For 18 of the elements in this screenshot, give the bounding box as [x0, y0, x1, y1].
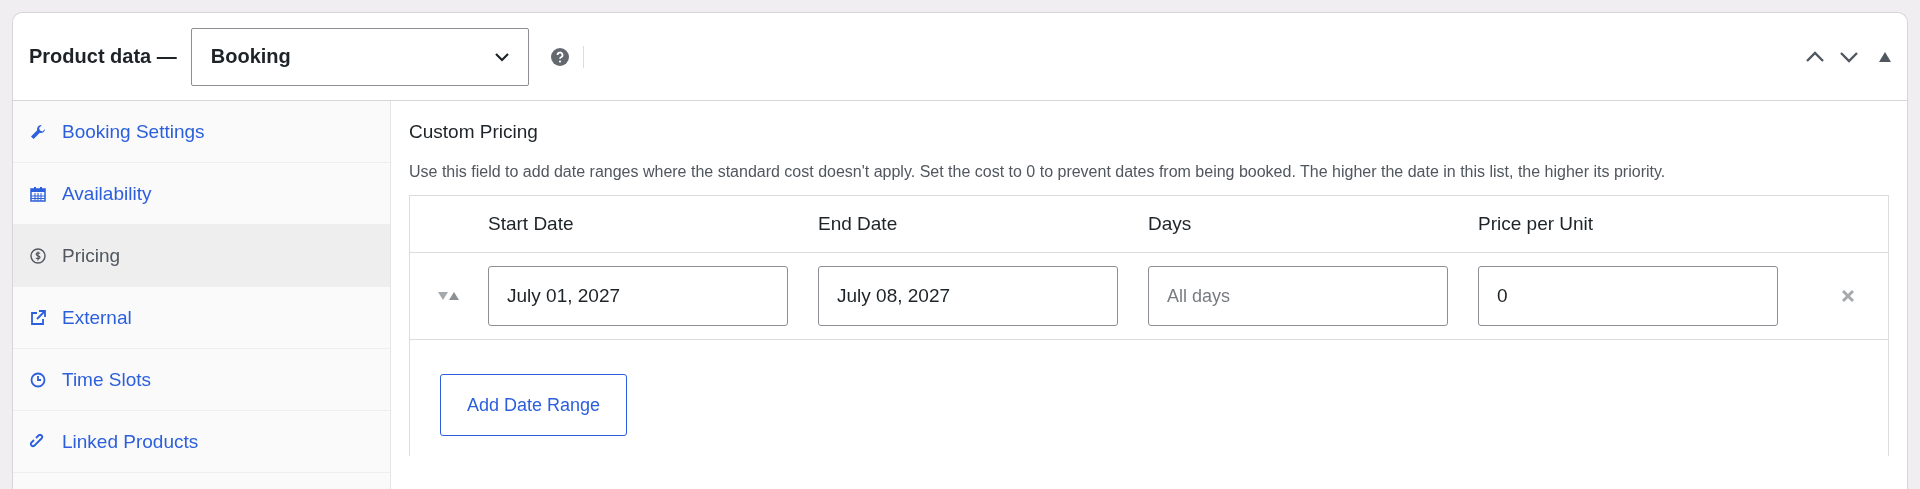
section-description: Use this field to add date ranges where the standard cost doesn't apply. Set the cost to 0 to prevent dates from being booked. The higher the date in this list, the higher its priority. — [409, 162, 1667, 182]
sidebar-tab[interactable]: Linked Products — [13, 411, 390, 473]
sidebar-tab[interactable]: Pricing — [13, 225, 390, 287]
section-title: Custom Pricing — [409, 121, 539, 143]
column-header: Price per Unit — [1478, 213, 1595, 235]
sidebar-tab[interactable]: Booking Settings — [13, 101, 390, 163]
column-header: Start Date — [488, 213, 575, 235]
column-header: Days — [1148, 213, 1193, 235]
product-type-select[interactable]: Booking — [190, 27, 529, 86]
end-date-field[interactable]: July 08, 2027 — [818, 266, 1118, 326]
panel-title: Product data — — [29, 45, 177, 68]
column-header: End Date — [818, 213, 899, 235]
days-field[interactable]: All days — [1148, 266, 1448, 326]
sidebar-tab[interactable]: External — [13, 287, 390, 349]
add-date-range-button[interactable]: Add Date Range — [440, 374, 628, 436]
sidebar-tab[interactable]: Time Slots — [13, 349, 390, 411]
price-field[interactable]: 0 — [1478, 266, 1778, 326]
start-date-field[interactable]: July 01, 2027 — [488, 266, 788, 326]
